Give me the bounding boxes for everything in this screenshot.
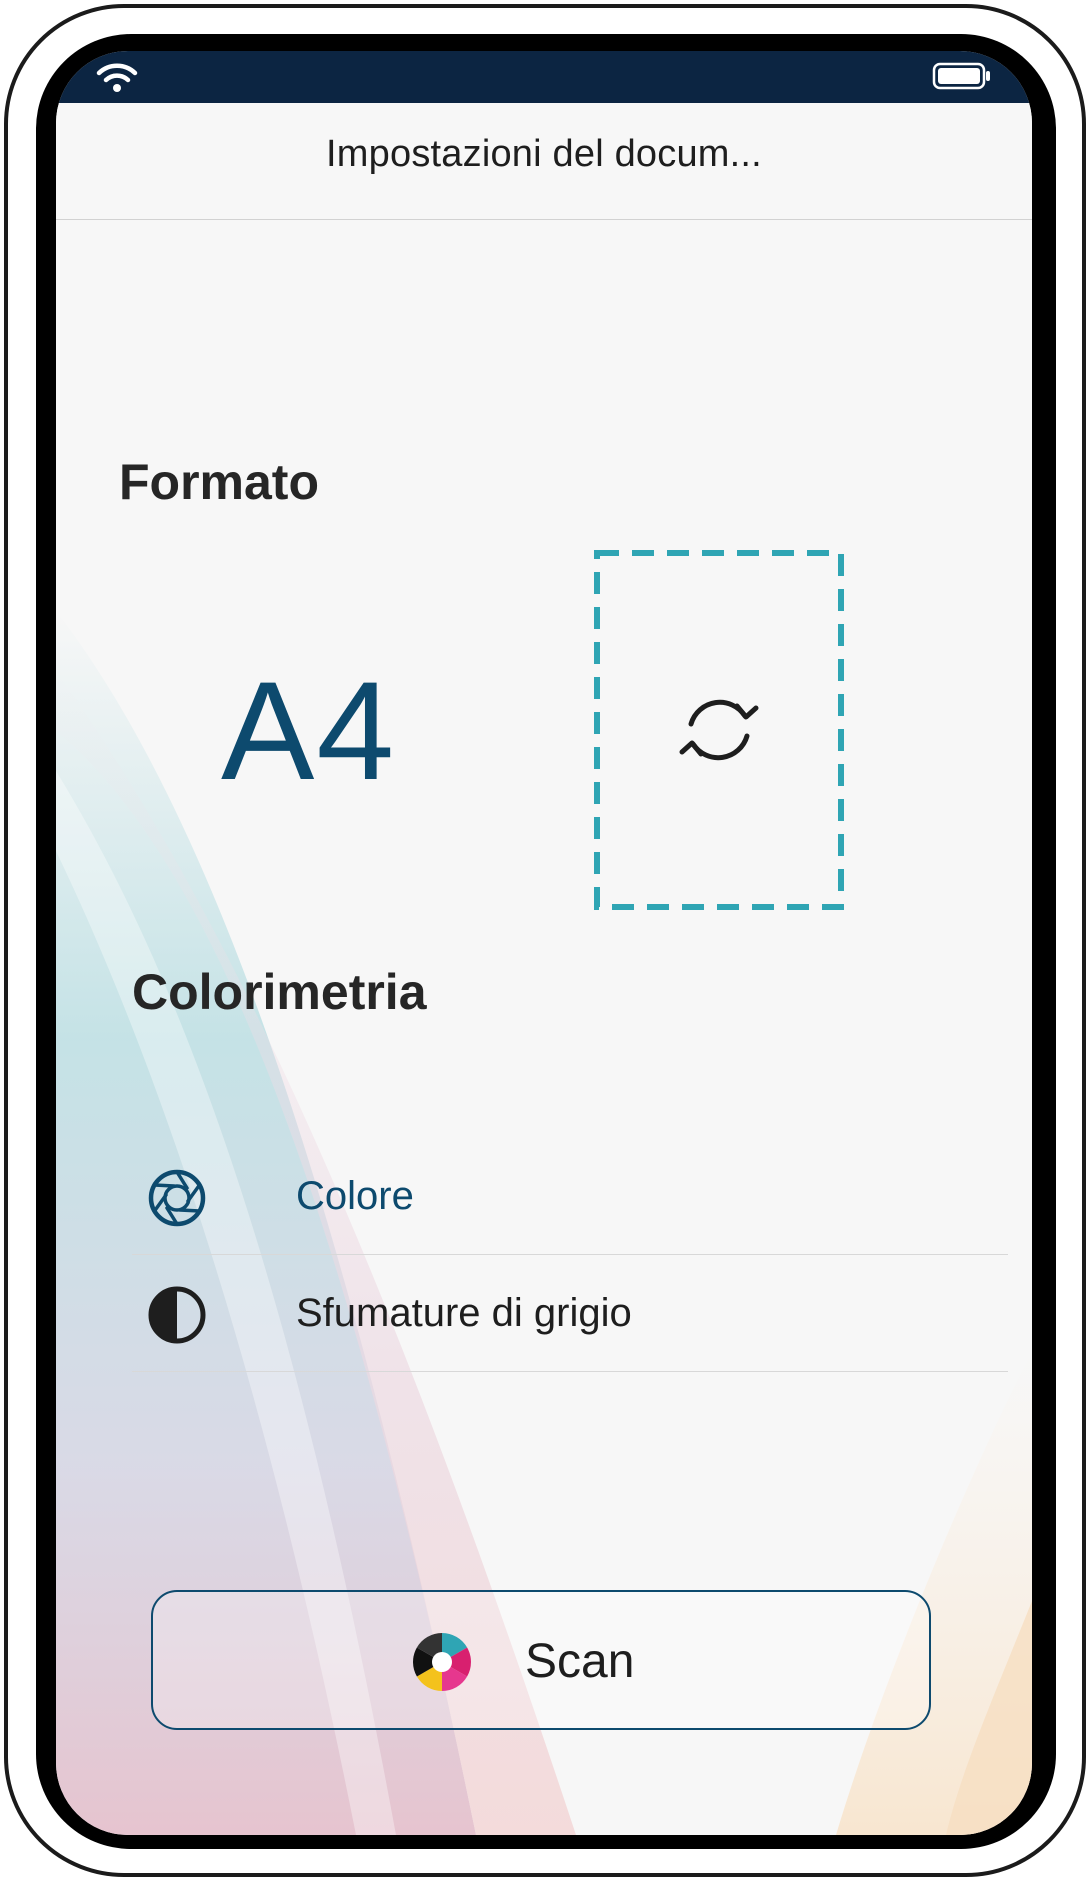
colorimetry-section-title: Colorimetria	[132, 964, 427, 1020]
battery-icon	[932, 62, 990, 90]
page-title: Impostazioni del docum...	[326, 133, 762, 175]
scan-button-label: Scan	[525, 1635, 635, 1688]
option-label-colore: Colore	[296, 1174, 414, 1218]
status-bar	[56, 51, 1032, 103]
scan-logo-icon	[413, 1633, 471, 1691]
rotate-icon	[679, 699, 759, 761]
color-option-colore[interactable]: Colore	[132, 1138, 1008, 1255]
color-option-grayscale[interactable]: Sfumature di grigio	[132, 1255, 1008, 1372]
format-value[interactable]: A4	[221, 661, 396, 801]
contrast-icon	[148, 1286, 206, 1344]
wifi-icon	[96, 63, 138, 92]
format-section-title: Formato	[119, 454, 319, 510]
aperture-icon	[148, 1169, 206, 1227]
app-screen: Impostazioni del docum... Formato A4 Col…	[56, 51, 1032, 1835]
background-art	[56, 611, 1032, 1835]
option-label-grayscale: Sfumature di grigio	[296, 1291, 632, 1335]
orientation-toggle[interactable]	[594, 550, 844, 910]
scan-button[interactable]: Scan	[151, 1590, 931, 1730]
